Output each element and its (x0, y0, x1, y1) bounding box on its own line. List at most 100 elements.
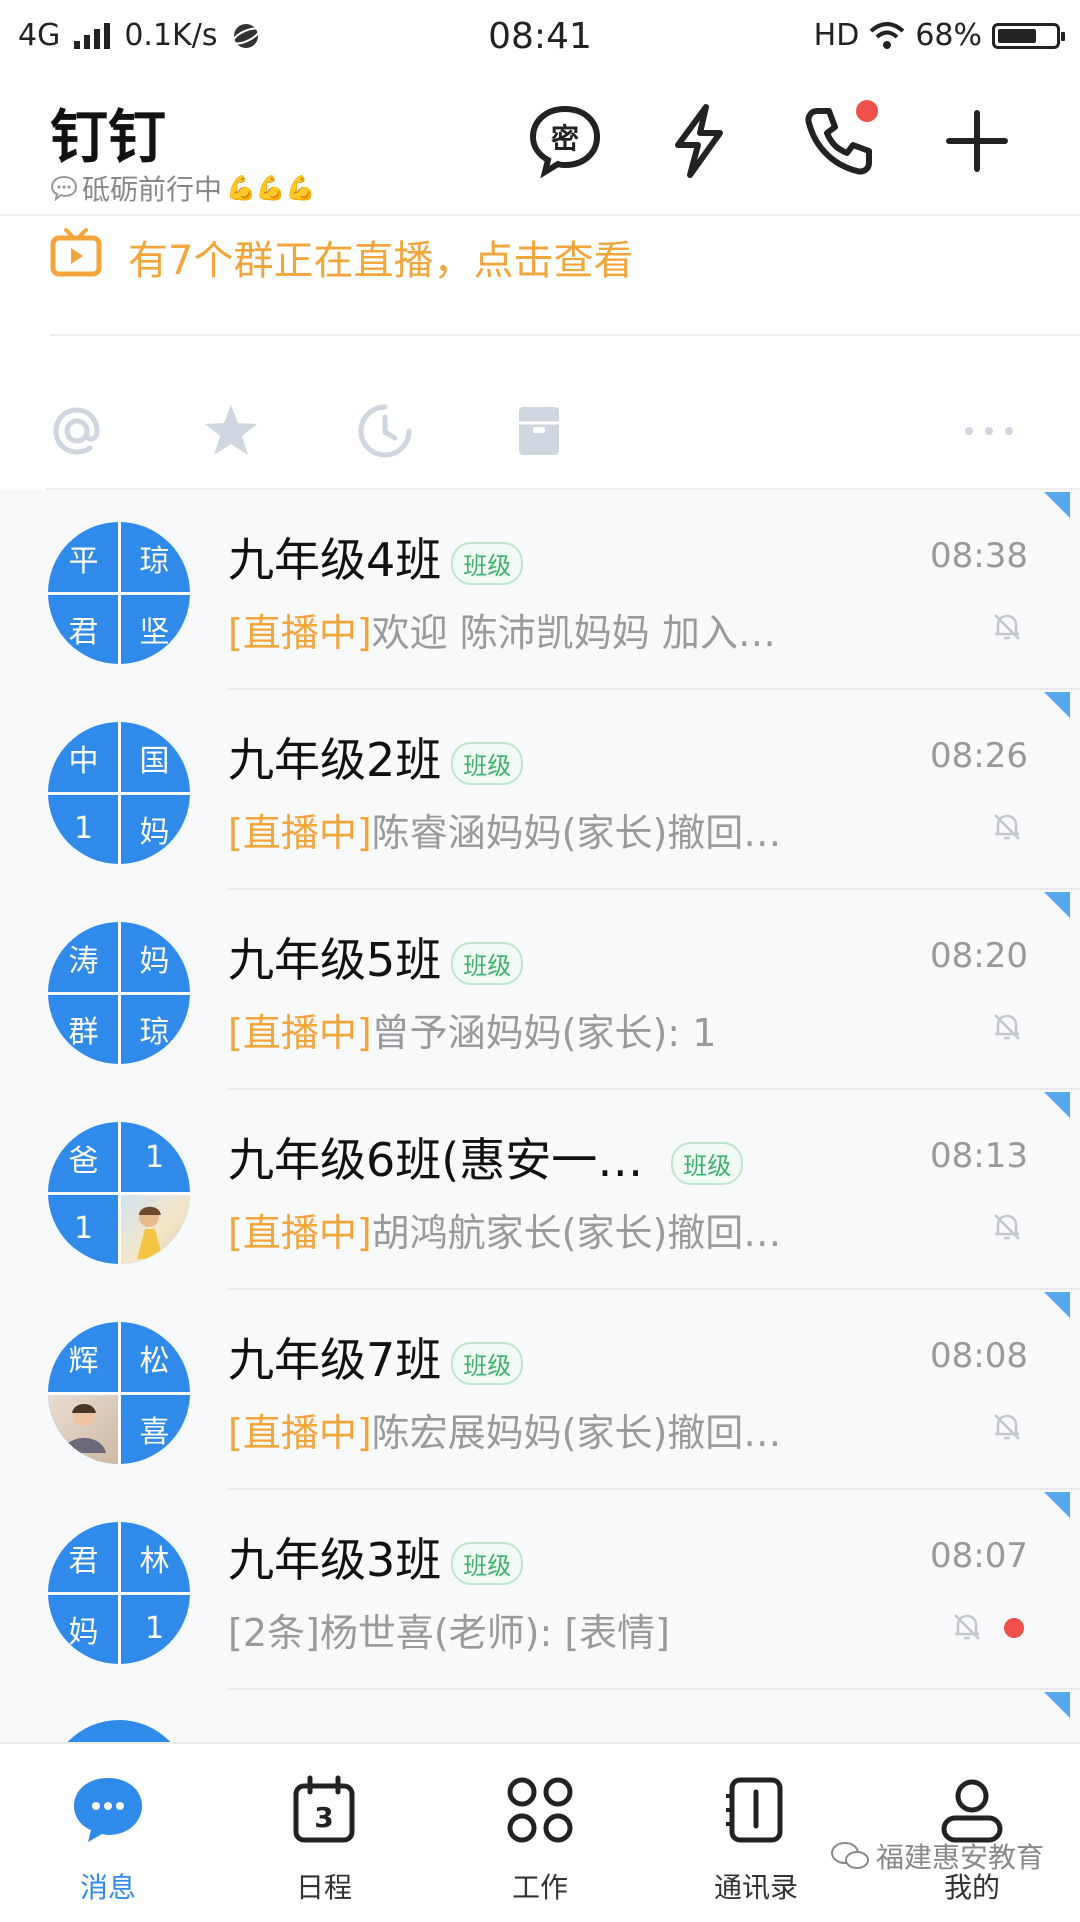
status-text: 砥砺前行中 (82, 173, 223, 206)
pinned-corner-icon (1044, 1292, 1070, 1318)
battery-icon (992, 22, 1065, 49)
conversation-title: 九年级3班 班级 (228, 1524, 524, 1590)
live-tag: [直播中] (228, 811, 372, 855)
nav-work[interactable]: 工作 (432, 1744, 648, 1922)
quick-filter-row (0, 376, 1080, 488)
class-badge: 班级 (451, 742, 524, 785)
plus-icon[interactable] (932, 96, 1022, 186)
pinned-corner-icon (1044, 1092, 1070, 1118)
status-emoji: 💪💪💪 (226, 174, 316, 202)
group-avatar[interactable]: 平 琼 君 坚 (48, 522, 190, 664)
conversation-row[interactable]: 君 林 妈 1 九年级3班 班级 [2条]杨世喜(老师): [表情] 08:07 (0, 1490, 1080, 1690)
class-badge: 班级 (451, 542, 524, 585)
nav-messages[interactable]: 消息 (0, 1744, 216, 1922)
conversation-row-partial[interactable] (0, 1690, 1080, 1742)
contacts-book-icon (716, 1770, 796, 1850)
group-avatar[interactable]: 辉 松 喜 (48, 1322, 190, 1464)
conversation-preview: [直播中]曾予涵妈妈(家长): 1 (228, 1002, 716, 1057)
hd-indicator: HD (813, 18, 860, 53)
wifi-icon (869, 21, 905, 49)
preview-text: 欢迎 陈沛凯妈妈 加入… (371, 611, 776, 655)
class-badge: 班级 (451, 1542, 524, 1585)
bottom-navigation: 消息 3 日程 工作 通讯录 我的 (0, 1742, 1080, 1922)
conversation-row[interactable]: 辉 松 喜 九年级7班 班级 [直播中]陈宏展妈妈(家长)撤回… 08:08 (0, 1290, 1080, 1490)
clock-icon[interactable] (350, 396, 420, 466)
avatar-char: 平 (68, 543, 99, 579)
member-photo (119, 1193, 190, 1264)
title-text: 九年级3班 (228, 1533, 442, 1587)
phone-icon[interactable] (794, 96, 884, 186)
conversation-title: 九年级6班(惠安一… 班级 (228, 1124, 744, 1190)
conversation-row[interactable]: 中 国 1 妈 九年级2班 班级 [直播中]陈睿涵妈妈(家长)撤回… 08:26 (0, 690, 1080, 890)
nav-me[interactable]: 我的 (864, 1744, 1080, 1922)
avatar-char: 1 (73, 811, 94, 846)
conversation-row[interactable]: 平 琼 君 坚 九年级4班 班级 [直播中]欢迎 陈沛凯妈妈 加入… 08:38 (0, 490, 1080, 690)
title-text: 九年级5班 (228, 933, 442, 987)
avatar-char: 1 (144, 1140, 165, 1175)
banner-divider (50, 334, 1080, 336)
watermark: 福建惠安教育 (830, 1836, 1044, 1876)
avatar-char: 喜 (139, 1414, 170, 1450)
conversation-preview: [直播中]胡鸿航家长(家长)撤回… (228, 1202, 781, 1257)
live-tag: [直播中] (228, 611, 372, 655)
group-avatar[interactable]: 涛 妈 群 琼 (48, 922, 190, 1064)
title-text: 九年级4班 (228, 533, 442, 587)
class-badge: 班级 (451, 1342, 524, 1385)
unread-dot (1004, 1618, 1024, 1638)
member-photo (48, 1393, 119, 1464)
group-avatar[interactable] (48, 1720, 190, 1742)
archive-icon[interactable] (504, 396, 574, 466)
calendar-icon: 3 (284, 1770, 364, 1850)
avatar-char: 爸 (68, 1143, 99, 1179)
conversation-time: 08:08 (930, 1336, 1028, 1376)
avatar-char: 1 (144, 1611, 165, 1646)
avatar-char: 妈 (139, 814, 170, 850)
nav-label: 工作 (511, 1871, 568, 1904)
conversation-row[interactable]: 爸 1 1 九年级6班(惠安一… 班级 [直播中]胡鸿航家长(家长)撤回… 08:… (0, 1090, 1080, 1290)
tv-live-icon (50, 228, 102, 277)
live-banner[interactable]: 有7个群正在直播，点击查看 (50, 216, 1070, 334)
conversation-row[interactable]: 涛 妈 群 琼 九年级5班 班级 [直播中]曾予涵妈妈(家长): 1 08:20 (0, 890, 1080, 1090)
app-header: 钉钉 砥砺前行中 💪💪💪 密 (0, 76, 1080, 216)
avatar-char: 君 (68, 614, 99, 650)
avatar-char: 涛 (68, 943, 99, 979)
at-icon[interactable] (42, 396, 112, 466)
conversation-title: 九年级2班 班级 (228, 724, 524, 790)
user-status[interactable]: 砥砺前行中 💪💪💪 (50, 168, 316, 208)
avatar-char: 琼 (139, 1014, 170, 1050)
wechat-icon (830, 1842, 869, 1869)
conversation-preview: [直播中]陈宏展妈妈(家长)撤回… (228, 1402, 781, 1457)
chat-bubble-icon (68, 1770, 148, 1850)
star-icon[interactable] (196, 396, 266, 466)
app-title: 钉钉 (50, 103, 167, 171)
muted-bell-icon (954, 1614, 980, 1640)
conversation-preview: [直播中]欢迎 陈沛凯妈妈 加入… (228, 602, 776, 657)
secret-chat-icon[interactable]: 密 (520, 96, 610, 186)
nav-calendar[interactable]: 3 日程 (216, 1744, 432, 1922)
pinned-corner-icon (1044, 692, 1070, 718)
group-avatar[interactable]: 爸 1 1 (48, 1122, 190, 1264)
avatar-char: 国 (139, 743, 170, 779)
nav-label: 消息 (79, 1871, 136, 1904)
watermark-text: 福建惠安教育 (875, 1841, 1044, 1874)
muted-bell-icon (994, 1414, 1020, 1440)
apps-grid-icon (500, 1770, 580, 1850)
avatar-char: 群 (68, 1014, 99, 1050)
conversation-title: 九年级7班 班级 (228, 1324, 524, 1390)
avatar-char: 中 (68, 743, 99, 779)
nav-contacts[interactable]: 通讯录 (648, 1744, 864, 1922)
conversation-title: 九年级4班 班级 (228, 524, 524, 590)
class-badge: 班级 (671, 1142, 744, 1185)
pinned-corner-icon (1044, 892, 1070, 918)
speech-bubble-icon (50, 175, 78, 201)
avatar-char: 林 (139, 1543, 170, 1579)
more-icon[interactable] (954, 396, 1024, 466)
muted-bell-icon (994, 1214, 1020, 1240)
conversation-time: 08:07 (930, 1536, 1028, 1576)
preview-text: 曾予涵妈妈(家长): 1 (371, 1011, 717, 1055)
group-avatar[interactable]: 君 林 妈 1 (48, 1522, 190, 1664)
group-avatar[interactable]: 中 国 1 妈 (48, 722, 190, 864)
flash-icon[interactable] (654, 96, 744, 186)
muted-bell-icon (994, 1014, 1020, 1040)
pinned-corner-icon (1044, 1692, 1070, 1718)
